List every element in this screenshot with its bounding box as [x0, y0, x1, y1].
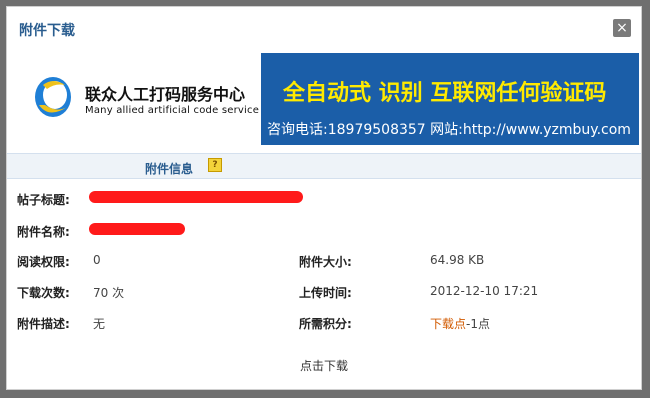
dialog-titlebar: 附件下载 × — [7, 7, 641, 49]
file-name-row: 附件名称: — [7, 223, 641, 243]
points-label: 所需积分: — [299, 317, 352, 331]
read-perm-row: 阅读权限: 0 附件大小: 64.98 KB — [7, 253, 641, 273]
description-value: 无 — [93, 317, 106, 331]
description-label: 附件描述: — [17, 317, 70, 331]
attachment-info-header: 附件信息 ? — [7, 153, 641, 179]
download-link[interactable]: 点击下载 — [7, 357, 641, 374]
brand-name-en: Many allied artificial code service — [85, 105, 260, 116]
dialog-title: 附件下载 — [19, 23, 75, 39]
points-amount: -1点 — [466, 317, 490, 331]
upload-time-value: 2012-12-10 17:21 — [430, 284, 539, 298]
redaction-mark — [89, 191, 303, 203]
section-title: 附件信息 — [145, 162, 194, 176]
close-icon[interactable]: × — [613, 19, 631, 37]
brand-logo-icon — [35, 77, 71, 117]
brand-name-cn: 联众人工打码服务中心 — [85, 85, 246, 104]
description-row: 附件描述: 无 所需积分: 下载点-1点 — [7, 315, 641, 335]
dialog-backdrop: 附件下载 × 联众人工打码服务中心 Many allied artificial… — [0, 0, 650, 398]
downloads-row: 下载次数: 70 次 上传时间: 2012-12-10 17:21 — [7, 284, 641, 304]
banner-contact: 咨询电话:18979508357 网站:http://www.yzmbuy.co… — [267, 122, 631, 138]
downloads-label: 下载次数: — [17, 286, 70, 300]
points-highlight: 下载点 — [430, 317, 467, 331]
read-perm-label: 阅读权限: — [17, 255, 70, 269]
attachment-download-dialog: 附件下载 × 联众人工打码服务中心 Many allied artificial… — [6, 6, 642, 390]
help-icon[interactable]: ? — [208, 158, 222, 172]
post-title-row: 帖子标题: — [7, 191, 641, 211]
points-value: 下载点-1点 — [430, 315, 490, 332]
banner-brand-area: 联众人工打码服务中心 Many allied artificial code s… — [11, 53, 261, 145]
ad-banner[interactable]: 联众人工打码服务中心 Many allied artificial code s… — [11, 53, 639, 145]
read-perm-value: 0 — [93, 253, 101, 267]
file-name-label: 附件名称: — [17, 225, 70, 239]
banner-headline: 全自动式 识别 互联网任何验证码 — [283, 81, 607, 106]
downloads-value: 70 次 — [93, 286, 125, 300]
size-value: 64.98 KB — [430, 253, 485, 267]
redaction-mark — [89, 223, 185, 235]
post-title-label: 帖子标题: — [17, 193, 70, 207]
upload-time-label: 上传时间: — [299, 286, 352, 300]
size-label: 附件大小: — [299, 255, 352, 269]
